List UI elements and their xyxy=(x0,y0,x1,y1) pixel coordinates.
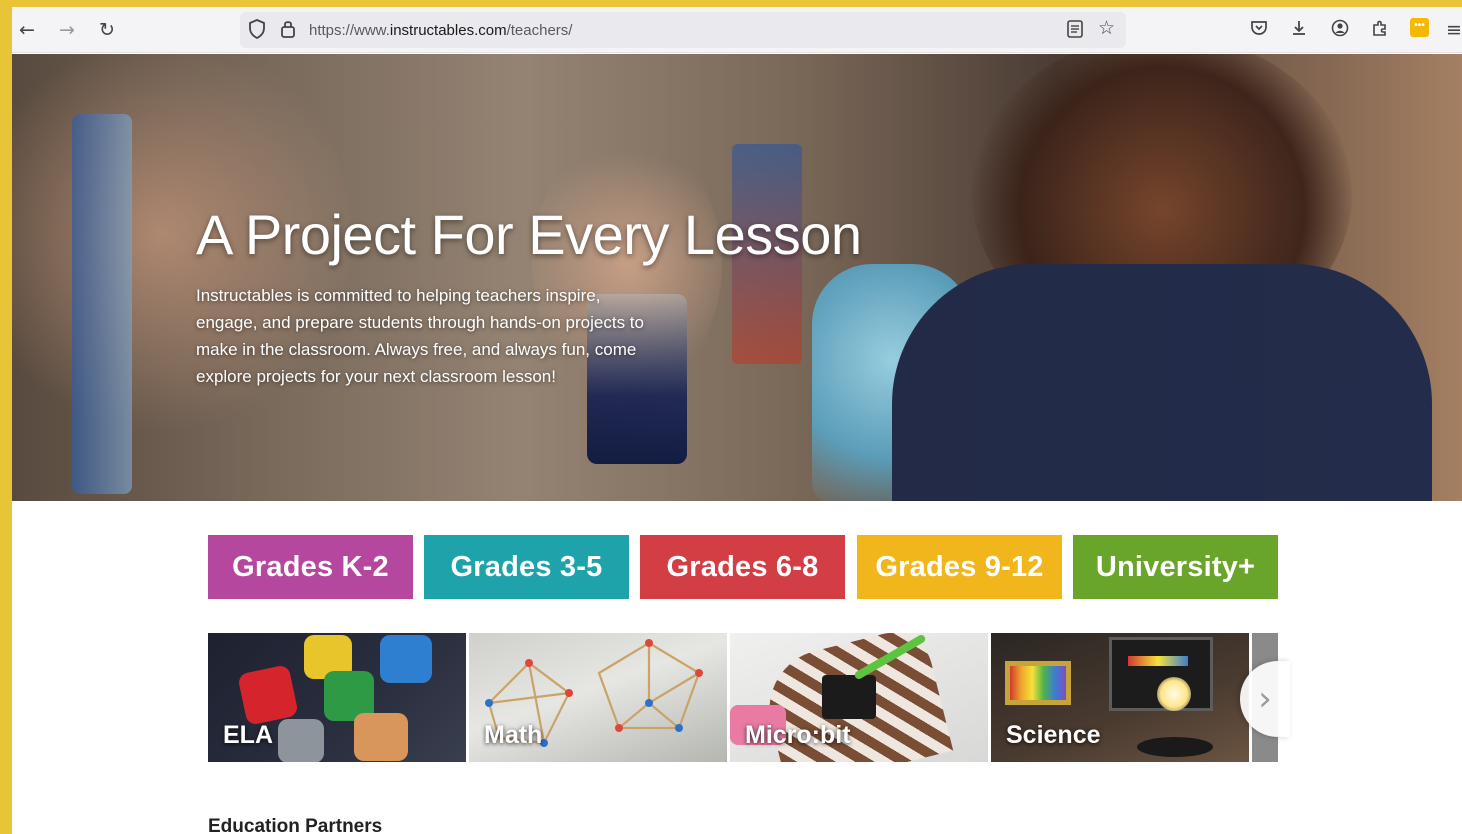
url-prefix: https://www. xyxy=(309,22,390,39)
back-button[interactable]: ← xyxy=(12,15,42,45)
account-button[interactable] xyxy=(1325,15,1355,45)
subject-card-science[interactable]: Science xyxy=(991,633,1249,762)
reader-view-icon[interactable] xyxy=(1066,19,1084,43)
star-icon[interactable]: ☆ xyxy=(1098,17,1115,39)
download-button[interactable] xyxy=(1284,15,1314,45)
grades-3-5-button[interactable]: Grades 3-5 xyxy=(424,535,629,599)
url-path: /teachers/ xyxy=(506,22,573,39)
hero-title: A Project For Every Lesson xyxy=(196,203,862,266)
grades-6-8-button[interactable]: Grades 6-8 xyxy=(640,535,845,599)
ela-red-block xyxy=(237,664,299,726)
browser-toolbar: ← → ↻ https://www.instructables.com/teac… xyxy=(12,7,1462,53)
browser-window: ← → ↻ https://www.instructables.com/teac… xyxy=(12,7,1462,834)
menu-button[interactable]: ≡ xyxy=(1444,15,1462,45)
forward-button[interactable]: → xyxy=(52,15,82,45)
science-spectroscope xyxy=(1005,661,1071,705)
university-plus-button[interactable]: University+ xyxy=(1073,535,1278,599)
download-icon xyxy=(1290,19,1308,42)
hero-banner: A Project For Every Lesson Instructables… xyxy=(12,54,1462,501)
subject-card-ela[interactable]: ELA xyxy=(208,633,466,762)
pocket-icon xyxy=(1250,19,1268,42)
hamburger-menu-icon: ≡ xyxy=(1446,19,1462,41)
subject-card-microbit[interactable]: Micro:bit xyxy=(730,633,988,762)
science-light-bulb xyxy=(1157,677,1191,711)
subject-card-label: Math xyxy=(484,721,543,749)
education-partners-heading: Education Partners xyxy=(208,816,383,834)
extensions-button[interactable] xyxy=(1365,15,1395,45)
subject-card-label: Micro:bit xyxy=(745,721,851,749)
pocket-button[interactable] xyxy=(1244,15,1274,45)
ela-blue-block xyxy=(380,635,432,683)
reload-icon: ↻ xyxy=(99,19,115,41)
extension-badge-icon[interactable]: ••• xyxy=(1410,18,1429,37)
arrow-left-icon: ← xyxy=(19,19,35,41)
url-text[interactable]: https://www.instructables.com/teachers/ xyxy=(309,22,572,39)
science-laptop-spectrum xyxy=(1128,656,1188,666)
puzzle-icon xyxy=(1371,19,1389,42)
account-icon xyxy=(1331,19,1349,42)
subject-card-label: Science xyxy=(1006,721,1101,749)
reload-button[interactable]: ↻ xyxy=(92,15,122,45)
chevron-right-icon: › xyxy=(1258,679,1272,719)
microbit-board xyxy=(822,675,876,719)
grades-9-12-button[interactable]: Grades 9-12 xyxy=(857,535,1062,599)
lock-icon[interactable] xyxy=(280,19,296,43)
hero-overlay xyxy=(12,54,1462,501)
hero-description: Instructables is committed to helping te… xyxy=(196,286,644,386)
science-bulb-base xyxy=(1137,737,1213,757)
address-bar[interactable]: https://www.instructables.com/teachers/ … xyxy=(240,12,1126,48)
ela-orange-block xyxy=(354,713,408,761)
shield-icon[interactable] xyxy=(248,19,266,43)
subject-card-math[interactable]: Math xyxy=(469,633,727,762)
arrow-right-icon: → xyxy=(59,19,75,41)
subject-card-label: ELA xyxy=(223,721,273,749)
ela-grey-block xyxy=(278,719,324,762)
grades-k-2-button[interactable]: Grades K-2 xyxy=(208,535,413,599)
url-domain: instructables.com xyxy=(389,22,507,39)
